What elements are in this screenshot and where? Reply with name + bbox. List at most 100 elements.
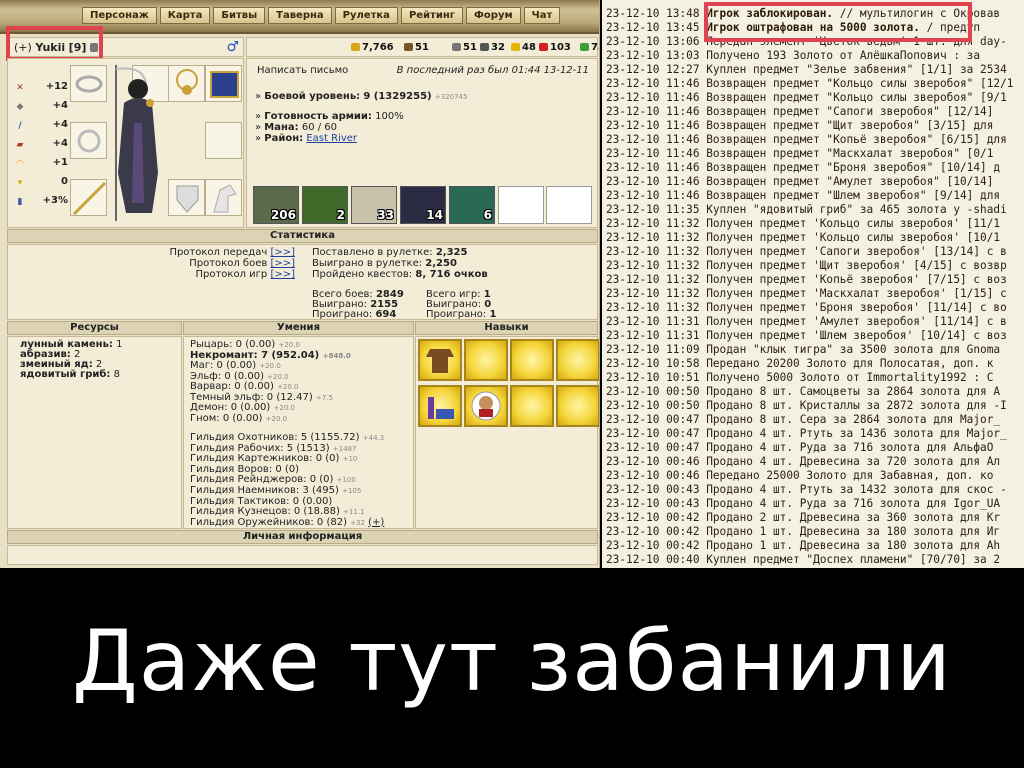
- resource-count: 8: [113, 369, 120, 380]
- resource-value: 73: [591, 42, 599, 53]
- nav-item[interactable]: Персонаж: [82, 7, 157, 24]
- monk-talent-icon[interactable]: [464, 385, 508, 427]
- log-entry: 23-12-10 12:27 Куплен предмет "Зелье заб…: [606, 63, 1007, 77]
- log-entry: 23-12-10 11:32 Получен предмет 'Маскхала…: [606, 287, 1007, 301]
- log-timestamp: 23-12-10 00:50: [606, 385, 700, 398]
- nav-item[interactable]: Битвы: [213, 7, 266, 24]
- game-line: Проиграно: 1: [426, 309, 496, 320]
- spellpower-icon: /: [18, 121, 22, 131]
- nav-item[interactable]: Таверна: [268, 7, 332, 24]
- protocol-open-button[interactable]: [>>]: [270, 247, 295, 258]
- log-timestamp: 23-12-10 13:06: [606, 35, 700, 48]
- unit-lich-icon[interactable]: 6: [449, 186, 495, 224]
- log-timestamp: 23-12-10 11:35: [606, 203, 700, 216]
- protocol-link-row: Протокол боев [>>]: [189, 258, 295, 269]
- gem-icon: [580, 43, 589, 51]
- statistics-panel: Протокол передач [>>] Протокол боев [>>] П…: [7, 244, 598, 320]
- log-text: Получен предмет 'Шлем зверобоя' [10/14] …: [706, 329, 1007, 342]
- log-timestamp: 23-12-10 11:31: [606, 315, 700, 328]
- log-text: Продано 2 шт. Древесина за 360 золота дл…: [706, 511, 1001, 524]
- nav-menu: Персонаж Карта Битвы Таверна Рулетка Рейтинг Ф…: [82, 7, 561, 24]
- unit-count: 2: [336, 208, 345, 222]
- protocol-label: Протокол игр: [195, 269, 268, 280]
- skill-text: Некромант: 7 (952.04): [190, 349, 320, 361]
- army-ready-row: » Готовность армии: 100%: [255, 111, 404, 122]
- log-entry: 23-12-10 00:42 Продано 1 шт. Древесина з…: [606, 525, 1000, 539]
- nav-item[interactable]: Карта: [159, 7, 211, 24]
- log-entry: 23-12-10 10:58 Передано 20200 Золото для…: [606, 357, 993, 371]
- shield-icon: [169, 180, 206, 217]
- log-text: Получен предмет 'Кольцо силы зверобоя' […: [706, 217, 1001, 230]
- screenshot-root: Персонаж Карта Битвы Таверна Рулетка Рейтинг Ф…: [0, 0, 1024, 768]
- unit-skeleton-icon[interactable]: 33: [351, 186, 397, 224]
- log-text: Продано 1 шт. Древесина за 180 золота дл…: [706, 539, 1001, 552]
- unit-vampire-icon[interactable]: 14: [400, 186, 446, 224]
- unit-ghoul-icon[interactable]: 2: [302, 186, 348, 224]
- wood-icon: [404, 43, 413, 51]
- stat-label: Пройдено квестов:: [312, 269, 413, 280]
- empty-talent[interactable]: [510, 385, 554, 427]
- log-entry: 23-12-10 11:46 Возвращен предмет "Маскха…: [606, 147, 993, 161]
- log-entry: 23-12-10 00:46 Передано 25000 Золото для…: [606, 469, 993, 483]
- empty-talent[interactable]: [556, 339, 599, 381]
- guild-row: Гильдия Наемников: 3 (495) +105: [190, 485, 361, 496]
- log-entry: 23-12-10 10:51 Получено 5000 Золото от I…: [606, 371, 993, 385]
- empty-slot[interactable]: [205, 122, 242, 159]
- resource-name: ядовитый гриб:: [20, 369, 111, 380]
- guild-text: Гильдия Тактиков: 0 (0.00): [190, 495, 333, 507]
- log-timestamp: 23-12-10 00:42: [606, 525, 700, 538]
- protocol-open-button[interactable]: [>>]: [270, 269, 295, 280]
- log-text: Продано 4 шт. Руда за 716 золота для Аль…: [706, 441, 994, 454]
- nav-item[interactable]: Рейтинг: [400, 7, 463, 24]
- guild-row: Гильдия Воров: 0 (0): [190, 464, 299, 475]
- candle-book-talent-icon[interactable]: [418, 385, 462, 427]
- write-letter-link[interactable]: Написать письмо: [257, 65, 348, 76]
- unit-count: 33: [377, 208, 394, 222]
- protocol-open-button[interactable]: [>>]: [270, 258, 295, 269]
- resource-value: 48: [522, 42, 536, 53]
- empty-talent[interactable]: [464, 339, 508, 381]
- skill-row: Варвар: 0 (0.00) +20.0: [190, 381, 299, 392]
- nav-item[interactable]: Форум: [466, 7, 521, 24]
- expand-button[interactable]: (+): [368, 517, 384, 528]
- character-panel: ✕ +12 ◆ +4/+4 ▰ +4 ◠ +1 ▾ 0 ▮ +3%: [7, 58, 244, 228]
- stat-value: +4: [52, 138, 68, 149]
- stat-line: Пройдено квестов: 8, 716 очков: [312, 269, 488, 280]
- stat-row: ◆ +4: [14, 100, 68, 112]
- nav-item[interactable]: Чат: [523, 7, 561, 24]
- ore-icon: [452, 43, 461, 51]
- nav-item[interactable]: Рулетка: [334, 7, 398, 24]
- log-timestamp: 23-12-10 11:32: [606, 259, 700, 272]
- protocol-link-row: Протокол игр [>>]: [195, 269, 295, 280]
- resource-item: 103: [539, 42, 571, 53]
- guild-extra: +11.1: [343, 508, 365, 517]
- district-link[interactable]: East River: [306, 133, 357, 144]
- log-entry: 23-12-10 00:42 Продано 1 шт. Древесина з…: [606, 539, 1000, 553]
- guild-row: Гильдия Рабочих: 5 (1513) +1487: [190, 443, 356, 454]
- log-entry: 23-12-10 00:47 Продано 4 шт. Ртуть за 14…: [606, 427, 1007, 441]
- log-text: Передано 20200 Золото для Полосатая, доп…: [706, 357, 994, 370]
- log-timestamp: 23-12-10 00:47: [606, 441, 700, 454]
- battle-line: Проиграно: 694: [312, 309, 396, 320]
- log-text: Продано 8 шт. Самоцветы за 2864 золота д…: [706, 385, 1001, 398]
- log-text: Возвращен предмет "Щит зверобоя" [3/15] …: [706, 119, 994, 132]
- empty-talent[interactable]: [556, 385, 599, 427]
- resource-value: 7,766: [362, 42, 394, 53]
- log-timestamp: 23-12-10 00:43: [606, 483, 700, 496]
- stat-row: ▰ +4: [14, 138, 68, 150]
- log-timestamp: 23-12-10 11:32: [606, 217, 700, 230]
- unit-zombie-icon[interactable]: 206: [253, 186, 299, 224]
- stat-value: 0: [61, 176, 68, 187]
- empty-talent[interactable]: [510, 339, 554, 381]
- talents-panel: [415, 336, 599, 529]
- skill-extra: +20.0: [273, 404, 295, 412]
- armor-talent-icon[interactable]: [418, 339, 462, 381]
- log-entry: 23-12-10 11:46 Возвращен предмет "Шлем з…: [606, 189, 1000, 203]
- battle-label: Проиграно:: [312, 309, 373, 320]
- log-timestamp: 23-12-10 00:42: [606, 511, 700, 524]
- log-text: Возвращен предмет "Копьё зверобоя" [6/15…: [706, 133, 1007, 146]
- log-entry: 23-12-10 00:47 Продано 4 шт. Руда за 716…: [606, 441, 993, 455]
- log-timestamp: 23-12-10 11:32: [606, 273, 700, 286]
- log-text: Куплен "ядовитый гриб" за 465 золота у -…: [706, 203, 1007, 216]
- log-timestamp: 23-12-10 13:03: [606, 49, 700, 62]
